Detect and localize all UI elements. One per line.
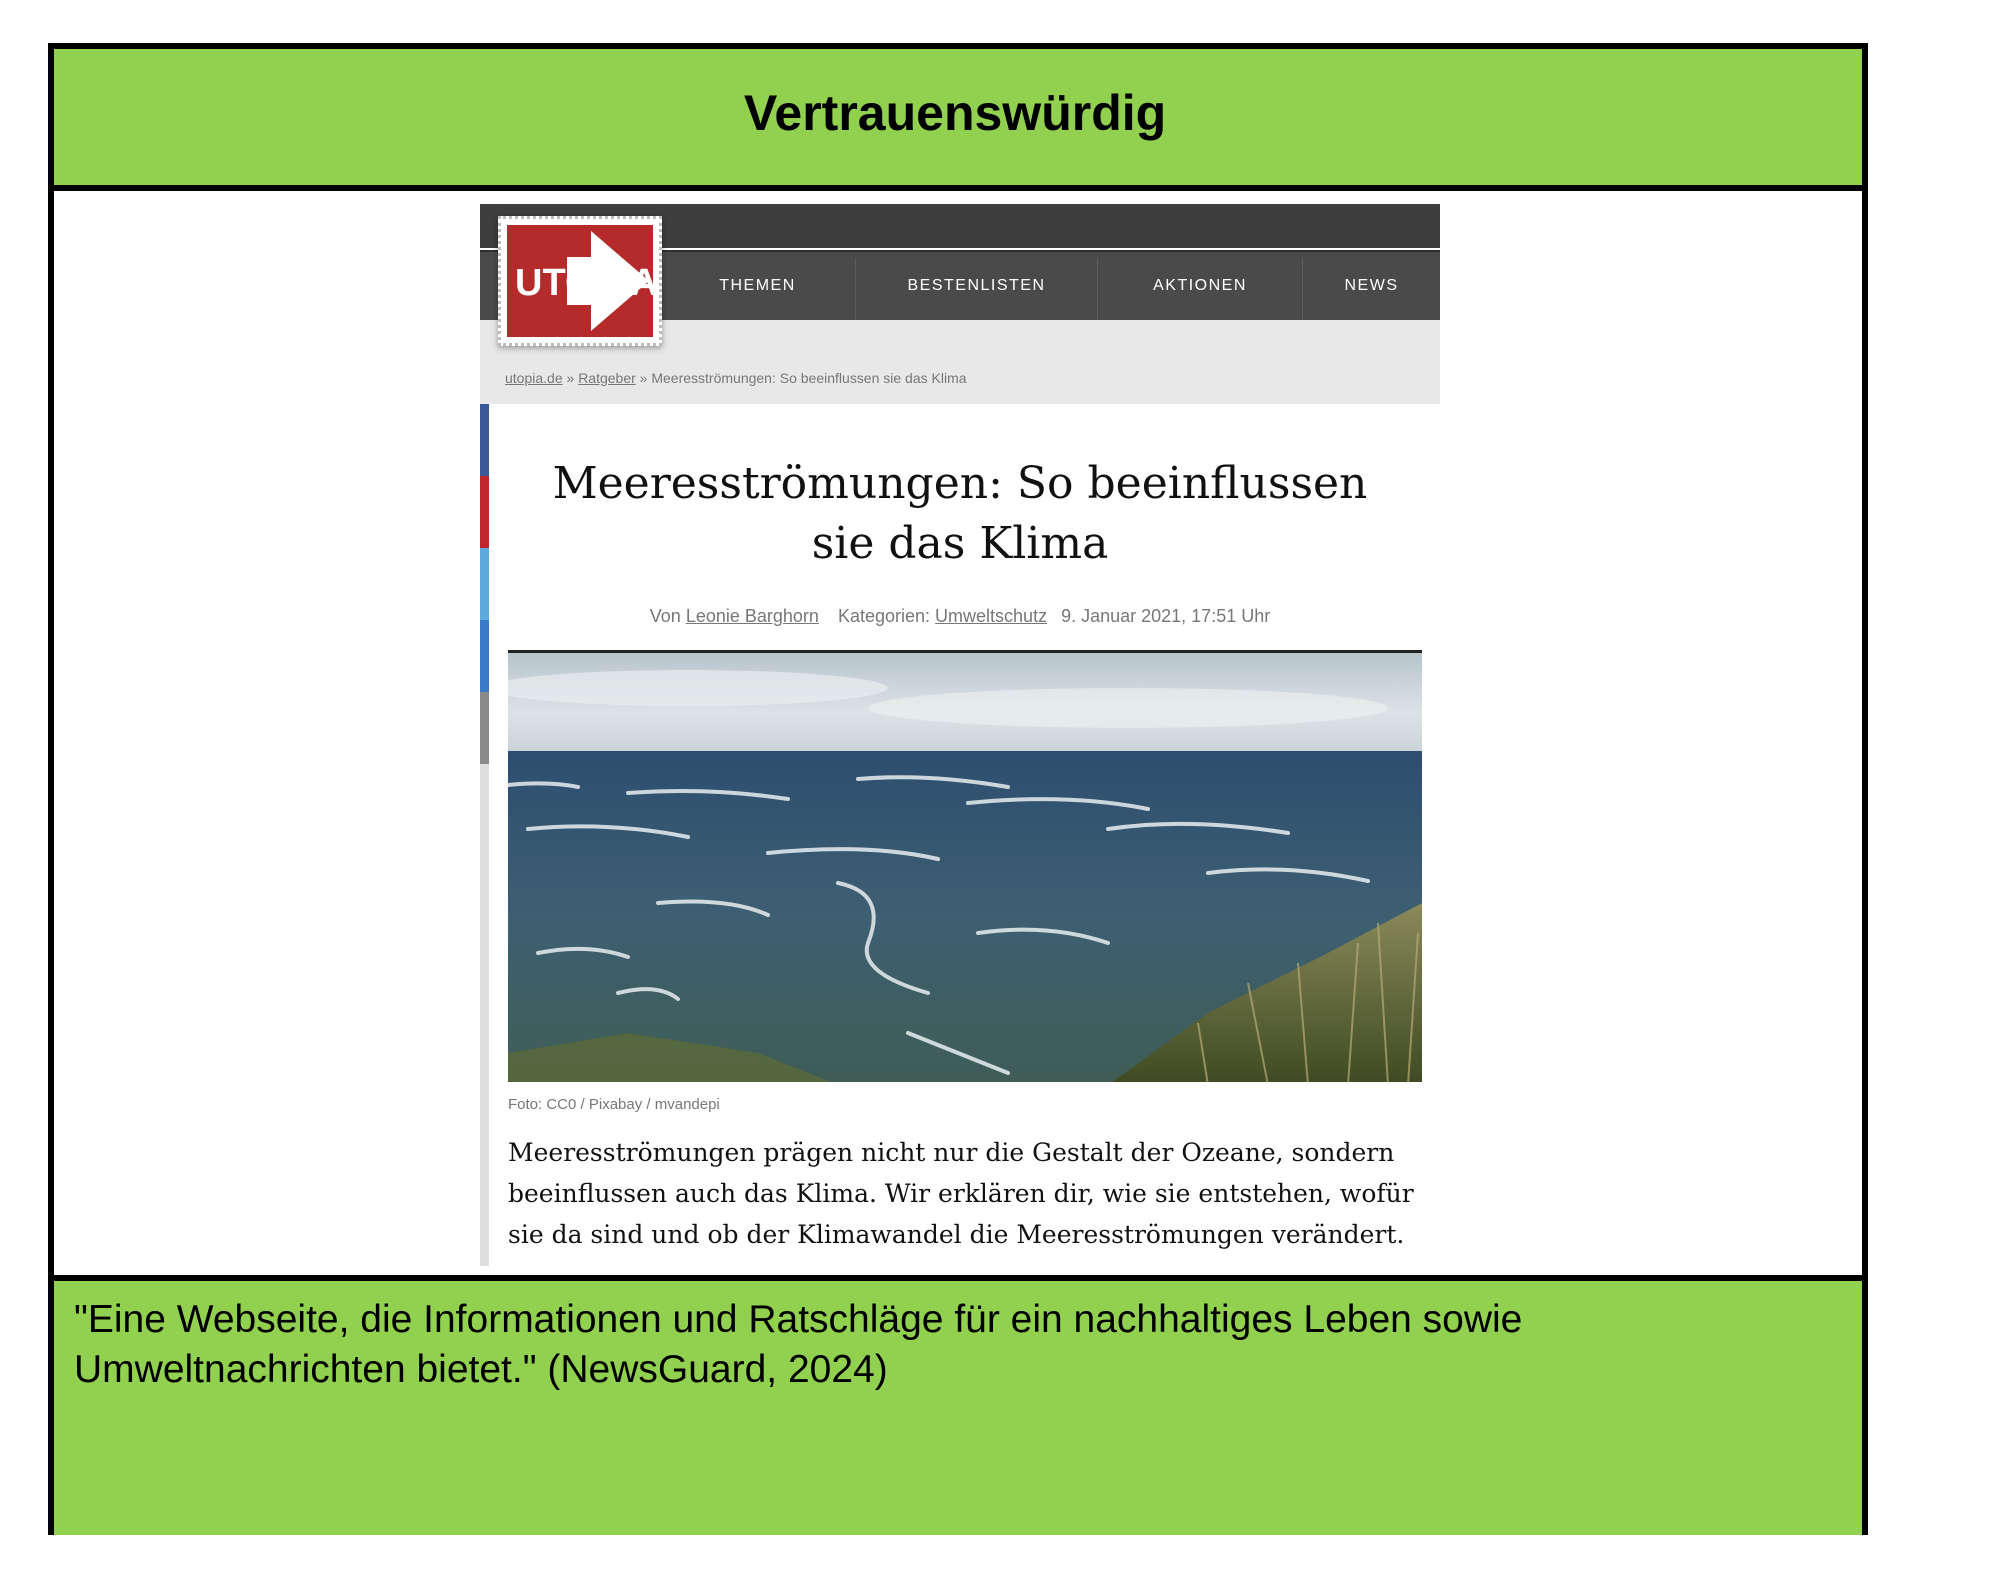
- categories-label: Kategorien:: [837, 606, 931, 626]
- nav-item-bestenlisten[interactable]: BESTENLISTEN: [856, 252, 1097, 320]
- article-title: Meeresströmungen: So beeinflussen sie da…: [552, 458, 1368, 569]
- author-label: Von: [649, 606, 681, 626]
- article-date: 9. Januar 2021, 17:51 Uhr: [1061, 606, 1271, 626]
- category-link[interactable]: Umweltschutz: [935, 606, 1047, 626]
- nav-item-aktionen[interactable]: AKTIONEN: [1098, 252, 1302, 320]
- article-meta: Von Leonie Barghorn Kategorien: Umweltsc…: [480, 606, 1440, 627]
- source-quote-banner: "Eine Webseite, die Informationen und Ra…: [54, 1275, 1862, 1535]
- share-sidebar: [480, 404, 489, 1266]
- more-share-icon[interactable]: [480, 692, 489, 764]
- article-lead: Meeresströmungen prägen nicht nur die Ge…: [508, 1138, 1414, 1249]
- source-quote: "Eine Webseite, die Informationen und Ra…: [74, 1298, 1523, 1391]
- rating-banner: Vertrauenswürdig: [54, 49, 1862, 191]
- rating-title: Vertrauenswürdig: [743, 85, 1167, 141]
- utopia-logo[interactable]: UTOPIA: [498, 216, 662, 346]
- email-share-icon[interactable]: [480, 620, 489, 692]
- breadcrumb-separator: »: [562, 370, 579, 386]
- ocean-photo: [508, 653, 1422, 1082]
- breadcrumb-current: Meeresströmungen: So beeinflussen sie da…: [651, 370, 967, 386]
- breadcrumb-separator: »: [635, 370, 652, 386]
- nav-item-themen[interactable]: THEMEN: [660, 252, 855, 320]
- pinterest-share-icon[interactable]: [480, 476, 489, 548]
- logo-stamp-icon: UTOPIA: [507, 225, 653, 337]
- breadcrumb: utopia.de » Ratgeber » Meeresströmungen:…: [505, 370, 967, 386]
- breadcrumb-home-link[interactable]: utopia.de: [505, 370, 563, 386]
- author-link[interactable]: Leonie Barghorn: [686, 606, 819, 626]
- logo-text: UTOPIA: [515, 262, 653, 304]
- nav-item-news[interactable]: NEWS: [1303, 252, 1440, 320]
- website-screenshot: THEMEN BESTENLISTEN AKTIONEN NEWS UTOPIA…: [480, 204, 1440, 1266]
- facebook-share-icon[interactable]: [480, 404, 489, 476]
- hero-image: [508, 650, 1422, 1082]
- breadcrumb-section-link[interactable]: Ratgeber: [578, 370, 636, 386]
- image-caption: Foto: CC0 / Pixabay / mvandepi: [508, 1096, 720, 1113]
- share-strip-rest: [480, 764, 489, 1266]
